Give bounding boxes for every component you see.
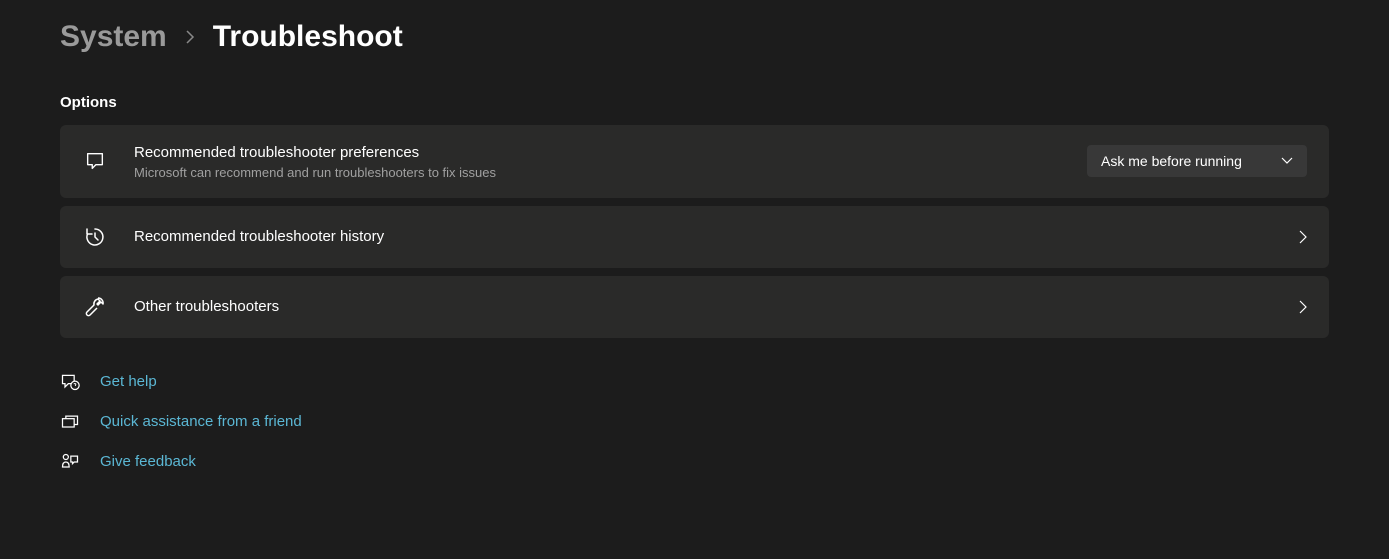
breadcrumb: System Troubleshoot (60, 20, 1329, 54)
page-title: Troubleshoot (213, 20, 403, 54)
quick-assist-label: Quick assistance from a friend (100, 413, 302, 430)
preferences-title: Recommended troubleshooter preferences (134, 143, 1087, 163)
feedback-icon (60, 452, 80, 472)
chat-icon (82, 148, 108, 174)
section-heading: Options (60, 94, 1329, 111)
chevron-right-icon (185, 29, 195, 45)
chevron-down-icon (1281, 157, 1293, 165)
feedback-link[interactable]: Give feedback (60, 452, 1329, 472)
help-links: Get help Quick assistance from a friend … (60, 372, 1329, 472)
history-text: Recommended troubleshooter history (134, 227, 1299, 247)
history-icon (82, 224, 108, 250)
preferences-text: Recommended troubleshooter preferences M… (134, 143, 1087, 180)
screens-icon (60, 412, 80, 432)
preferences-subtitle: Microsoft can recommend and run troubles… (134, 165, 1087, 180)
history-card[interactable]: Recommended troubleshooter history (60, 206, 1329, 268)
feedback-label: Give feedback (100, 453, 196, 470)
get-help-link[interactable]: Get help (60, 372, 1329, 392)
history-title: Recommended troubleshooter history (134, 227, 1299, 247)
other-title: Other troubleshooters (134, 297, 1299, 317)
preferences-dropdown[interactable]: Ask me before running (1087, 145, 1307, 177)
preferences-card[interactable]: Recommended troubleshooter preferences M… (60, 125, 1329, 198)
chevron-right-icon (1299, 230, 1307, 244)
preferences-dropdown-value: Ask me before running (1101, 153, 1242, 169)
other-card[interactable]: Other troubleshooters (60, 276, 1329, 338)
other-text: Other troubleshooters (134, 297, 1299, 317)
get-help-label: Get help (100, 373, 157, 390)
quick-assist-link[interactable]: Quick assistance from a friend (60, 412, 1329, 432)
help-icon (60, 372, 80, 392)
breadcrumb-parent-link[interactable]: System (60, 20, 167, 54)
wrench-icon (82, 294, 108, 320)
chevron-right-icon (1299, 300, 1307, 314)
